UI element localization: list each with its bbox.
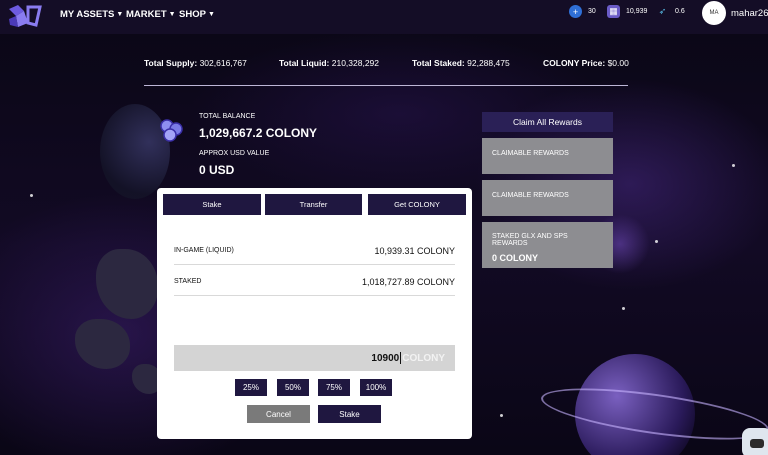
divider: [144, 85, 628, 86]
percent-50-button[interactable]: 50%: [277, 379, 309, 396]
top-nav: MY ASSETS ▼ MARKET ▼ SHOP ▼ + 30 ▦ 10,93…: [0, 0, 768, 34]
plus-circle-icon: +: [569, 5, 582, 18]
text-caret: [400, 352, 402, 364]
total-balance-value: 1,029,667.2 COLONY: [199, 126, 318, 140]
colony-price-value: $0.00: [607, 58, 629, 68]
total-supply-value: 302,616,767: [199, 58, 247, 68]
cards-icon: ▦: [607, 5, 620, 18]
reward-card-label: CLAIMABLE REWARDS: [492, 192, 569, 199]
total-supply: Total Supply: 302,616,767: [144, 58, 247, 68]
total-liquid-label: Total Liquid:: [279, 58, 330, 68]
stake-modal: Stake Transfer Get COLONY IN-GAME (LIQUI…: [157, 188, 472, 439]
nav-my-assets[interactable]: MY ASSETS ▼: [60, 9, 123, 20]
tab-stake[interactable]: Stake: [163, 194, 261, 215]
total-staked-label: Total Staked:: [412, 58, 465, 68]
tab-get-colony[interactable]: Get COLONY: [368, 194, 466, 215]
stat-cards-value: 10,939: [626, 8, 648, 15]
stake-amount-input[interactable]: 10900 COLONY: [174, 345, 455, 371]
reward-card-value: 0 COLONY: [492, 253, 539, 263]
stake-button[interactable]: Stake: [318, 405, 381, 423]
star: [655, 240, 658, 243]
star: [30, 194, 33, 197]
star: [622, 307, 625, 310]
percent-25-button[interactable]: 25%: [235, 379, 267, 396]
total-liquid: Total Liquid: 210,328,292: [279, 58, 379, 68]
total-staked: Total Staked: 92,288,475: [412, 58, 510, 68]
total-liquid-value: 210,328,292: [331, 58, 380, 68]
nav-my-assets-label: MY ASSETS: [60, 9, 115, 20]
colony-token-icon: [160, 119, 183, 142]
nav-shop[interactable]: SHOP ▼: [179, 9, 215, 20]
username[interactable]: mahar26: [731, 8, 768, 19]
divider: [174, 264, 455, 265]
divider: [174, 295, 455, 296]
usd-value-label: APPROX USD VALUE: [199, 150, 270, 157]
chat-widget-button[interactable]: [742, 428, 768, 455]
nav-shop-label: SHOP: [179, 9, 206, 20]
percent-75-button[interactable]: 75%: [318, 379, 350, 396]
liquid-value: 10,939.31 COLONY: [374, 246, 455, 256]
stat-rocket-value: 0.6: [675, 8, 685, 15]
asteroid: [75, 319, 130, 369]
stat-energy[interactable]: + 30: [569, 5, 596, 18]
total-balance-label: TOTAL BALANCE: [199, 113, 256, 120]
stake-amount-unit: COLONY: [402, 352, 445, 364]
colony-price: COLONY Price: $0.00: [543, 58, 629, 68]
stat-rocket[interactable]: ➶ 0.6: [656, 5, 685, 18]
chevron-down-icon: ▼: [207, 11, 215, 18]
stat-cards[interactable]: ▦ 10,939: [607, 5, 647, 18]
star: [500, 414, 503, 417]
chevron-down-icon: ▼: [116, 11, 124, 18]
total-supply-label: Total Supply:: [144, 58, 198, 68]
chevron-down-icon: ▼: [168, 11, 176, 18]
avatar[interactable]: MA: [702, 1, 726, 25]
total-staked-value: 92,288,475: [467, 58, 510, 68]
nav-market[interactable]: MARKET ▼: [126, 9, 176, 20]
staked-value: 1,018,727.89 COLONY: [361, 277, 455, 287]
rocket-icon: ➶: [658, 6, 667, 16]
claim-all-rewards-button[interactable]: Claim All Rewards: [482, 112, 613, 132]
claimable-rewards-card: CLAIMABLE REWARDS: [482, 138, 613, 174]
tab-transfer[interactable]: Transfer: [265, 194, 362, 215]
reward-card-label: CLAIMABLE REWARDS: [492, 150, 569, 157]
staked-rewards-card: STAKED GLX AND SPS REWARDS 0 COLONY: [482, 222, 613, 268]
asteroid: [96, 249, 158, 319]
cancel-button[interactable]: Cancel: [247, 405, 310, 423]
staked-label: STAKED: [174, 278, 202, 285]
percent-100-button[interactable]: 100%: [360, 379, 392, 396]
liquid-label: IN-GAME (LIQUID): [174, 247, 234, 254]
claimable-rewards-card: CLAIMABLE REWARDS: [482, 180, 613, 216]
colony-price-label: COLONY Price:: [543, 58, 606, 68]
colony-logo-icon[interactable]: [6, 3, 44, 29]
reward-card-label: STAKED GLX AND SPS REWARDS: [492, 233, 568, 247]
nav-market-label: MARKET: [126, 9, 167, 20]
usd-value: 0 USD: [199, 163, 235, 177]
stat-energy-value: 30: [588, 8, 596, 15]
stake-amount-value: 10900: [371, 352, 400, 364]
star: [732, 164, 735, 167]
